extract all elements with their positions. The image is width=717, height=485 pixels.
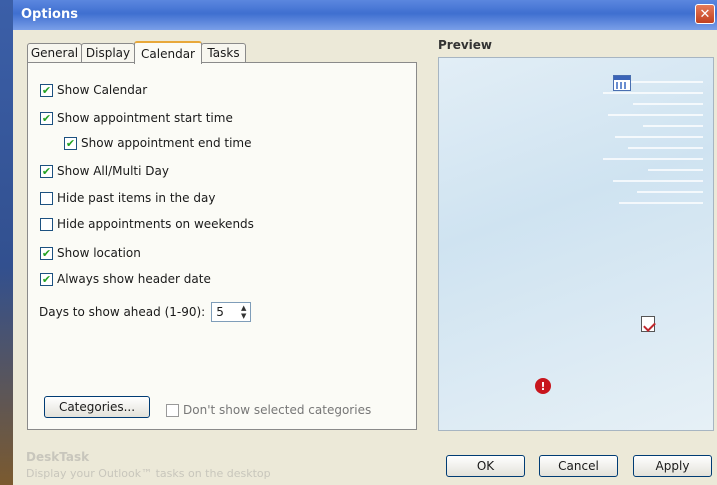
option-label: Hide appointments on weekends <box>57 217 254 231</box>
option-label: Show location <box>57 246 141 260</box>
hide-past-items-checkbox[interactable]: Hide past items in the day <box>40 191 215 205</box>
background-strip <box>0 0 13 485</box>
show-header-date-checkbox[interactable]: ✔ Always show header date <box>40 272 211 286</box>
days-ahead-row: Days to show ahead (1-90): 5 ▲ ▼ <box>39 302 252 322</box>
checkbox-box <box>40 217 53 231</box>
preview-pane: ! <box>438 57 714 431</box>
show-location-checkbox[interactable]: ✔ Show location <box>40 246 141 260</box>
ok-button[interactable]: OK <box>446 455 525 477</box>
close-icon: ✕ <box>699 6 711 22</box>
window-title: Options <box>21 7 78 22</box>
checkbox-check-icon: ✔ <box>40 83 53 97</box>
desktask-title: DeskTask <box>26 450 90 464</box>
checkbox-check-icon: ✔ <box>40 246 53 260</box>
apply-button[interactable]: Apply <box>633 455 712 477</box>
checkbox-check-icon: ✔ <box>40 111 53 125</box>
desktask-description: Display your Outlook™ tasks on the deskt… <box>26 467 271 480</box>
option-label: Show Calendar <box>57 83 148 97</box>
days-ahead-spinner[interactable]: 5 ▲ ▼ <box>211 302 252 322</box>
tab-calendar[interactable]: Calendar <box>134 41 202 64</box>
title-bar[interactable]: Options ✕ <box>13 0 717 30</box>
option-label: Don't show selected categories <box>183 403 372 417</box>
option-label: Show appointment start time <box>57 111 233 125</box>
days-ahead-value: 5 <box>216 305 224 319</box>
options-window: Options ✕ General Display Calendar Tasks… <box>13 0 717 485</box>
checkbox-box <box>40 191 53 205</box>
option-label: Always show header date <box>57 272 211 286</box>
task-icon <box>641 316 655 332</box>
calendar-tab-panel: ✔ Show Calendar ✔ Show appointment start… <box>27 62 417 430</box>
checkbox-check-icon: ✔ <box>40 272 53 286</box>
tab-general[interactable]: General <box>27 43 82 62</box>
option-label: Show appointment end time <box>81 136 252 150</box>
option-label: Show All/Multi Day <box>57 164 169 178</box>
checkbox-check-icon: ✔ <box>40 164 53 178</box>
preview-label: Preview <box>438 38 493 52</box>
checkbox-check-icon: ✔ <box>64 136 77 150</box>
show-start-time-checkbox[interactable]: ✔ Show appointment start time <box>40 111 233 125</box>
preview-text-lines <box>583 72 703 204</box>
show-end-time-checkbox[interactable]: ✔ Show appointment end time <box>64 136 252 150</box>
spinner-arrows-icon[interactable]: ▲ ▼ <box>238 304 249 320</box>
alert-icon: ! <box>535 378 551 394</box>
cancel-button[interactable]: Cancel <box>539 455 618 477</box>
tab-tasks[interactable]: Tasks <box>201 43 246 62</box>
calendar-icon <box>613 75 631 91</box>
dont-show-categories-checkbox[interactable]: Don't show selected categories <box>166 403 371 417</box>
close-button[interactable]: ✕ <box>695 4 715 24</box>
days-ahead-label: Days to show ahead (1-90): <box>39 305 206 319</box>
categories-button[interactable]: Categories... <box>44 396 150 418</box>
show-calendar-checkbox[interactable]: ✔ Show Calendar <box>40 83 147 97</box>
hide-weekends-checkbox[interactable]: Hide appointments on weekends <box>40 217 254 231</box>
option-label: Hide past items in the day <box>57 191 216 205</box>
checkbox-box <box>166 403 179 417</box>
tab-display[interactable]: Display <box>81 43 135 62</box>
show-multi-day-checkbox[interactable]: ✔ Show All/Multi Day <box>40 164 169 178</box>
